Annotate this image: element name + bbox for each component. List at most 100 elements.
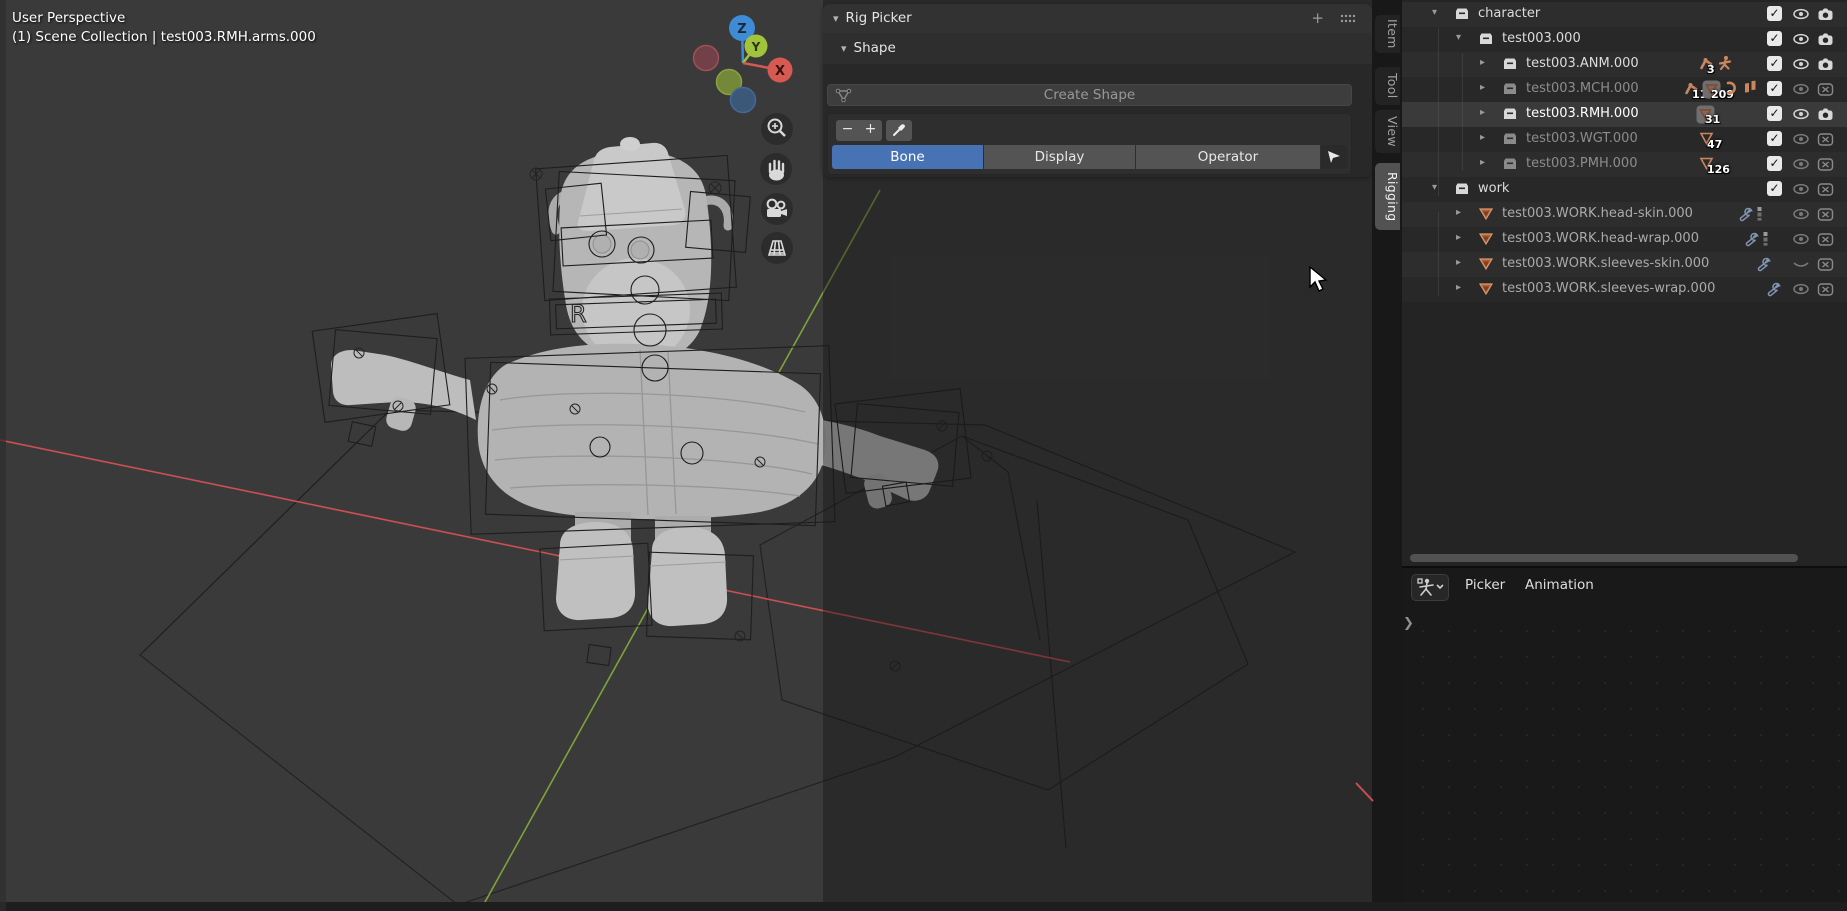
- exclude-checkbox[interactable]: ✓: [1767, 156, 1782, 171]
- outliner-editor[interactable]: ▾character✓▾test003.000✓▸test003.ANM.000…: [1402, 0, 1847, 568]
- outliner-row[interactable]: ▸test003.MCH.00011209✓: [1402, 77, 1847, 102]
- collection-icon[interactable]: [1478, 31, 1494, 47]
- panel-grip-icon[interactable]: [1340, 14, 1356, 23]
- render-camera-disabled-icon[interactable]: [1817, 156, 1834, 172]
- collection-icon[interactable]: [1454, 6, 1470, 22]
- shape-subpanel-header[interactable]: ▾Shape: [823, 33, 1372, 64]
- mesh-object-icon[interactable]: [1478, 256, 1494, 272]
- collection-icon[interactable]: [1502, 56, 1518, 72]
- collection-icon[interactable]: [1454, 181, 1470, 197]
- camera-view-icon[interactable]: [761, 193, 793, 225]
- eyedropper-button[interactable]: [886, 120, 912, 141]
- outliner-row[interactable]: ▸test003.WGT.00047✓: [1402, 127, 1847, 152]
- render-camera-disabled-icon[interactable]: [1817, 181, 1834, 197]
- collapse-caret-icon[interactable]: ▾: [841, 42, 847, 55]
- outliner-row[interactable]: ▾ work ✓: [1402, 177, 1847, 202]
- row-label[interactable]: test003.WORK.head-skin.000: [1502, 206, 1693, 221]
- eye-icon[interactable]: [1792, 106, 1810, 122]
- outliner-row[interactable]: ▸test003.PMH.000126✓: [1402, 152, 1847, 177]
- navigation-gizmo[interactable]: Z Y X: [694, 15, 793, 113]
- exclude-checkbox[interactable]: ✓: [1767, 56, 1782, 71]
- collapse-arrow-icon[interactable]: ▾: [1432, 182, 1437, 193]
- row-label[interactable]: test003.RMH.000: [1526, 106, 1639, 121]
- expand-arrow-icon[interactable]: ▸: [1456, 282, 1461, 293]
- row-label[interactable]: test003.ANM.000: [1526, 56, 1639, 71]
- pan-hand-icon[interactable]: [760, 153, 792, 185]
- eye-icon[interactable]: [1792, 131, 1810, 147]
- collection-icon[interactable]: [1502, 131, 1518, 147]
- tab-animation[interactable]: Animation: [1525, 577, 1594, 593]
- render-camera-icon[interactable]: [1817, 106, 1834, 122]
- expand-arrow-icon[interactable]: ▸: [1456, 207, 1461, 218]
- eye-icon[interactable]: [1792, 231, 1810, 247]
- tab-overflow-arrow-button[interactable]: [1321, 145, 1347, 169]
- outliner-row[interactable]: ▸test003.RMH.00031✓: [1402, 102, 1847, 127]
- outliner-row[interactable]: ▾character✓: [1402, 2, 1847, 27]
- exclude-checkbox[interactable]: ✓: [1767, 181, 1782, 196]
- eye-icon[interactable]: [1792, 81, 1810, 97]
- outliner-row[interactable]: ▸ test003.WORK.sleeves-skin.000: [1402, 252, 1847, 277]
- collection-icon[interactable]: [1502, 156, 1518, 172]
- row-label[interactable]: work: [1478, 181, 1509, 196]
- mesh-object-icon[interactable]: [1478, 281, 1494, 297]
- exclude-checkbox[interactable]: ✓: [1767, 6, 1782, 21]
- outliner-row[interactable]: ▸ test003.WORK.head-skin.000: [1402, 202, 1847, 227]
- expand-arrow-icon[interactable]: ▸: [1480, 82, 1485, 93]
- mesh-object-icon[interactable]: [1478, 231, 1494, 247]
- tab-operator[interactable]: Operator: [1136, 145, 1320, 169]
- tab-bone[interactable]: Bone: [832, 145, 983, 169]
- remove-button[interactable]: −: [836, 120, 860, 141]
- collapse-arrow-icon[interactable]: ▾: [1456, 32, 1461, 43]
- grid-ortho-icon[interactable]: [761, 232, 793, 264]
- tab-item[interactable]: Item: [1375, 15, 1400, 53]
- expand-region-chevron[interactable]: ❯: [1403, 616, 1414, 631]
- outliner-row[interactable]: ▸test003.WORK.sleeves-wrap.000: [1402, 277, 1847, 302]
- mesh-object-icon[interactable]: [1478, 206, 1494, 222]
- eye-icon[interactable]: [1792, 56, 1810, 72]
- tab-display[interactable]: Display: [984, 145, 1135, 169]
- exclude-checkbox[interactable]: ✓: [1767, 81, 1782, 96]
- tab-rigging[interactable]: Rigging: [1375, 163, 1400, 230]
- row-label[interactable]: test003.000: [1502, 31, 1581, 46]
- render-camera-disabled-icon[interactable]: [1817, 81, 1834, 97]
- tab-tool[interactable]: Tool: [1375, 67, 1400, 105]
- outliner-horizontal-scrollbar[interactable]: [1410, 554, 1798, 562]
- outliner-row[interactable]: ▾ test003.000 ✓: [1402, 27, 1847, 52]
- eye-icon[interactable]: [1792, 206, 1810, 222]
- render-camera-icon[interactable]: [1817, 31, 1834, 47]
- tab-view[interactable]: View: [1375, 110, 1400, 153]
- expand-arrow-icon[interactable]: ▸: [1456, 232, 1461, 243]
- eye-icon[interactable]: [1792, 6, 1810, 22]
- gizmo-axis-negz[interactable]: [731, 88, 756, 113]
- render-camera-disabled-icon[interactable]: [1817, 256, 1834, 272]
- create-shape-button[interactable]: Create Shape: [827, 84, 1352, 106]
- eye-closed-icon[interactable]: [1792, 256, 1810, 272]
- eye-icon[interactable]: [1792, 156, 1810, 172]
- render-camera-disabled-icon[interactable]: [1817, 131, 1834, 147]
- collection-icon[interactable]: [1502, 81, 1518, 97]
- exclude-checkbox[interactable]: ✓: [1767, 131, 1782, 146]
- row-label[interactable]: test003.WORK.head-wrap.000: [1502, 231, 1699, 246]
- zoom-icon[interactable]: [761, 113, 793, 145]
- render-camera-disabled-icon[interactable]: [1817, 231, 1834, 247]
- exclude-checkbox[interactable]: ✓: [1767, 31, 1782, 46]
- row-label[interactable]: test003.MCH.000: [1526, 81, 1639, 96]
- collection-icon[interactable]: [1502, 106, 1518, 122]
- row-label[interactable]: test003.PMH.000: [1526, 156, 1637, 171]
- editor-type-button[interactable]: [1411, 574, 1449, 601]
- expand-arrow-icon[interactable]: ▸: [1456, 257, 1461, 268]
- outliner-row[interactable]: ▸ test003.WORK.head-wrap.000: [1402, 227, 1847, 252]
- render-camera-disabled-icon[interactable]: [1817, 281, 1834, 297]
- panel-add-icon[interactable]: +: [1311, 4, 1324, 32]
- picker-canvas[interactable]: [1402, 608, 1847, 911]
- render-camera-icon[interactable]: [1817, 6, 1834, 22]
- gizmo-axis-negx[interactable]: [694, 46, 719, 71]
- add-button[interactable]: +: [859, 120, 882, 141]
- tab-picker[interactable]: Picker: [1465, 577, 1505, 593]
- expand-arrow-icon[interactable]: ▸: [1480, 107, 1485, 118]
- viewport-tool-buttons[interactable]: [760, 113, 793, 264]
- exclude-checkbox[interactable]: ✓: [1767, 106, 1782, 121]
- rig-picker-panel-header[interactable]: ▾Rig Picker +: [823, 4, 1372, 33]
- row-label[interactable]: test003.WORK.sleeves-skin.000: [1502, 256, 1709, 271]
- collapse-arrow-icon[interactable]: ▾: [1432, 7, 1437, 18]
